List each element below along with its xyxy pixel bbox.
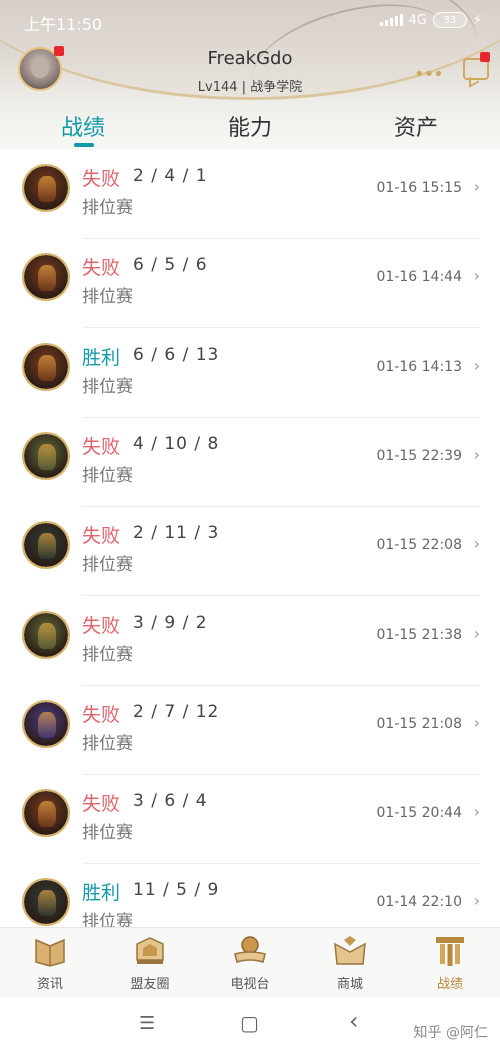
match-result: 胜利 bbox=[82, 346, 121, 369]
active-tab-indicator bbox=[74, 143, 94, 147]
match-mode: 排位赛 bbox=[82, 198, 133, 218]
match-mode: 排位赛 bbox=[82, 555, 133, 576]
match-result: 失败 bbox=[82, 614, 121, 637]
match-row[interactable]: 胜利 11 / 5 / 9 排位赛 01-14 22:10 › bbox=[0, 864, 500, 927]
match-kda: 2 / 4 / 1 bbox=[133, 166, 208, 186]
match-time: 01-16 14:13 bbox=[376, 358, 462, 375]
news-icon bbox=[35, 938, 65, 967]
champion-portrait bbox=[22, 164, 70, 212]
back-icon[interactable]: ‹ bbox=[349, 1007, 359, 1035]
home-icon[interactable]: ▢ bbox=[240, 1011, 259, 1035]
menu-icon[interactable]: ☰ bbox=[139, 1013, 155, 1034]
match-kda: 3 / 9 / 2 bbox=[133, 612, 208, 633]
charging-icon: ⚡ bbox=[472, 12, 482, 28]
champion-portrait bbox=[22, 878, 70, 927]
match-row[interactable]: 失败 2 / 7 / 12 排位赛 01-15 21:08 › bbox=[0, 686, 500, 775]
match-kda: 2 / 7 / 12 bbox=[133, 701, 220, 722]
nav-label: 盟友圈 bbox=[130, 977, 170, 992]
match-time: 01-16 15:15 bbox=[376, 180, 462, 196]
match-time: 01-15 21:38 bbox=[376, 626, 462, 643]
signal-icon bbox=[379, 14, 403, 26]
match-time: 01-15 22:39 bbox=[376, 447, 462, 464]
nav-record[interactable]: 战绩 bbox=[400, 928, 500, 998]
nav-friends[interactable]: 盟友圈 bbox=[100, 928, 200, 998]
match-mode: 排位赛 bbox=[82, 733, 133, 754]
match-time: 01-15 21:08 bbox=[376, 715, 462, 732]
match-list[interactable]: 失败 2 / 4 / 1 排位赛 01-16 15:15 › 失败 6 / 5 … bbox=[0, 150, 500, 927]
tab-ability[interactable]: 能力 bbox=[200, 110, 300, 142]
champion-portrait bbox=[22, 521, 70, 570]
status-time: 上午11:50 bbox=[24, 15, 103, 34]
friends-icon bbox=[136, 937, 164, 964]
match-kda: 2 / 11 / 3 bbox=[133, 523, 220, 544]
tv-icon bbox=[234, 936, 266, 963]
match-mode: 排位赛 bbox=[82, 912, 133, 927]
nav-news[interactable]: 资讯 bbox=[0, 928, 100, 998]
chevron-right-icon: › bbox=[473, 355, 480, 375]
match-result: 失败 bbox=[82, 257, 121, 280]
match-result: 胜利 bbox=[82, 882, 121, 905]
match-row[interactable]: 失败 4 / 10 / 8 排位赛 01-15 22:39 › bbox=[0, 418, 500, 507]
match-result: 失败 bbox=[82, 793, 121, 816]
match-kda: 3 / 6 / 4 bbox=[133, 791, 208, 812]
chevron-right-icon: › bbox=[473, 623, 480, 643]
battery-icon: 33 bbox=[432, 12, 467, 28]
match-mode: 排位赛 bbox=[82, 644, 133, 665]
match-kda: 4 / 10 / 8 bbox=[133, 433, 220, 454]
match-result: 失败 bbox=[82, 703, 121, 726]
match-result: 失败 bbox=[82, 168, 121, 190]
message-notification-dot bbox=[480, 52, 490, 62]
champion-portrait bbox=[22, 431, 70, 480]
champion-portrait bbox=[22, 342, 70, 391]
bottom-navigation: 资讯 盟友圈 电视台 商城 战绩 bbox=[0, 927, 500, 997]
chevron-right-icon: › bbox=[473, 891, 480, 911]
nav-label: 电视台 bbox=[230, 977, 270, 992]
network-type: 4G bbox=[408, 12, 427, 28]
match-time: 01-14 22:10 bbox=[376, 894, 462, 911]
chevron-right-icon: › bbox=[473, 802, 480, 822]
status-indicators: 4G 33 ⚡ bbox=[379, 12, 482, 28]
status-bar: 上午11:50 4G 33 ⚡ bbox=[0, 0, 500, 44]
nav-label: 战绩 bbox=[436, 977, 463, 992]
chevron-right-icon: › bbox=[473, 266, 480, 286]
more-icon[interactable]: ••• bbox=[414, 64, 444, 85]
battery-level: 33 bbox=[443, 14, 457, 26]
champion-portrait bbox=[22, 253, 70, 302]
tab-record[interactable]: 战绩 bbox=[33, 110, 133, 142]
match-mode: 排位赛 bbox=[82, 287, 133, 308]
nav-label: 商城 bbox=[336, 977, 363, 992]
champion-portrait bbox=[22, 610, 70, 659]
match-time: 01-15 20:44 bbox=[376, 805, 462, 822]
champion-portrait bbox=[22, 789, 70, 838]
nav-tv[interactable]: 电视台 bbox=[200, 928, 300, 998]
match-row[interactable]: 失败 3 / 9 / 2 排位赛 01-15 21:38 › bbox=[0, 597, 500, 686]
match-mode: 排位赛 bbox=[82, 465, 133, 486]
match-kda: 6 / 6 / 13 bbox=[133, 344, 220, 365]
match-row[interactable]: 失败 3 / 6 / 4 排位赛 01-15 20:44 › bbox=[0, 775, 500, 865]
match-row[interactable]: 失败 2 / 4 / 1 排位赛 01-16 15:15 › bbox=[0, 150, 500, 239]
chevron-right-icon: › bbox=[473, 534, 480, 554]
match-kda: 6 / 5 / 6 bbox=[133, 255, 208, 276]
record-icon bbox=[436, 937, 464, 966]
match-mode: 排位赛 bbox=[82, 823, 133, 844]
shop-icon bbox=[334, 936, 366, 965]
match-row[interactable]: 失败 2 / 11 / 3 排位赛 01-15 22:08 › bbox=[0, 507, 500, 597]
nav-shop[interactable]: 商城 bbox=[300, 928, 400, 998]
match-kda: 11 / 5 / 9 bbox=[133, 880, 220, 901]
chevron-right-icon: › bbox=[473, 177, 480, 196]
match-time: 01-16 14:44 bbox=[376, 269, 462, 286]
watermark: 知乎 @阿仁 bbox=[413, 1025, 488, 1041]
chevron-right-icon: › bbox=[473, 712, 480, 732]
nav-label: 资讯 bbox=[36, 977, 63, 992]
tab-assets[interactable]: 资产 bbox=[366, 110, 466, 142]
match-time: 01-15 22:08 bbox=[376, 537, 462, 554]
match-row[interactable]: 失败 6 / 5 / 6 排位赛 01-16 14:44 › bbox=[0, 239, 500, 329]
champion-portrait bbox=[22, 699, 70, 748]
match-mode: 排位赛 bbox=[82, 376, 133, 397]
match-result: 失败 bbox=[82, 435, 121, 458]
match-result: 失败 bbox=[82, 525, 121, 548]
match-row[interactable]: 胜利 6 / 6 / 13 排位赛 01-16 14:13 › bbox=[0, 329, 500, 418]
chevron-right-icon: › bbox=[473, 444, 480, 464]
